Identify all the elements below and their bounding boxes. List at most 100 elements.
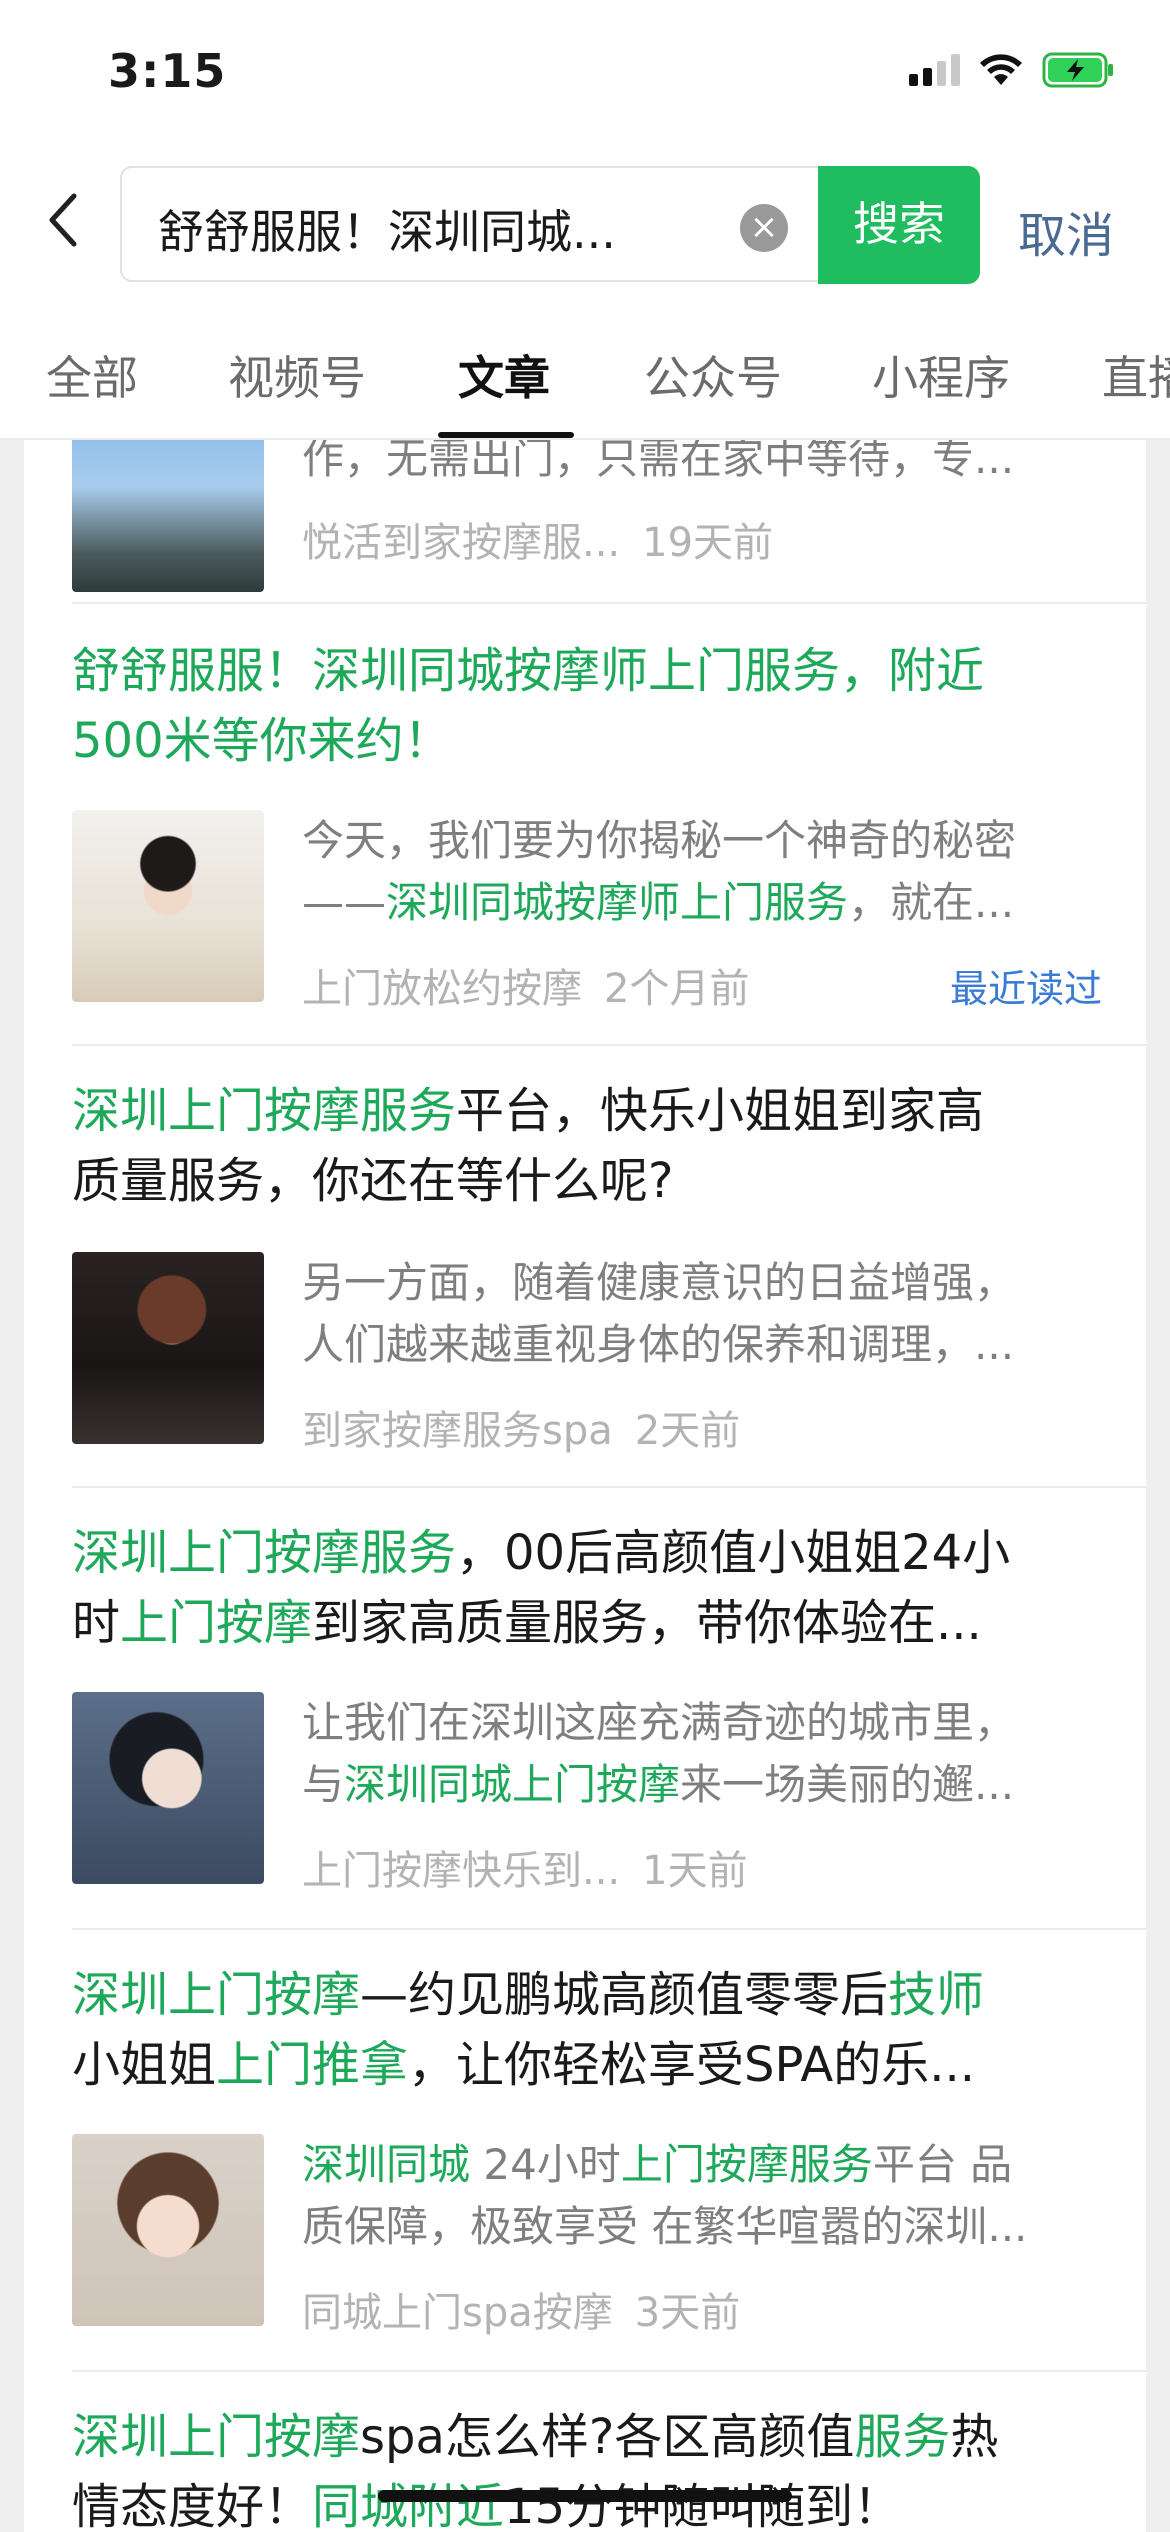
status-bar: 3:15 — [0, 0, 1170, 150]
highlighted-keyword: 深圳同城按摩师上门服务 — [386, 878, 849, 927]
list-item[interactable]: 深圳上门按摩服务，00后高颜值小姐姐24小时上门按摩到家高质量服务，带你体验在.… — [72, 1518, 1124, 1928]
article-title: 深圳上门按摩spa怎么样?各区高颜值服务热情态度好！同城附近15分钟随叫随到！ — [72, 2402, 1124, 2532]
article-thumbnail — [72, 1252, 264, 1444]
article-meta: 同城上门spa按摩 3天前 — [302, 2280, 740, 2338]
text-run: spa怎么样?各区高颜值 — [360, 2409, 855, 2465]
divider — [72, 1928, 1146, 1930]
article-meta: 上门放松约按摩 2个月前 — [302, 956, 749, 1014]
right-gutter — [1146, 440, 1170, 2532]
active-tab-indicator — [438, 432, 574, 438]
search-button[interactable]: 搜索 — [818, 166, 980, 284]
text-run: 24小时 — [470, 2140, 621, 2189]
highlighted-keyword: 技师 — [888, 1967, 985, 2023]
article-title: 深圳上门按摩服务，00后高颜值小姐姐24小时上门按摩到家高质量服务，带你体验在.… — [72, 1518, 1124, 1658]
article-time: 2个月前 — [604, 966, 750, 1012]
tab-official-accounts[interactable]: 公众号 — [644, 342, 782, 408]
text-run: 15分钟随叫随到！ — [504, 2479, 902, 2532]
text-run: 另一方面，随着健康意识的日益增强， — [302, 1258, 1017, 1307]
back-arrow-icon[interactable] — [40, 190, 90, 250]
text-run: —— — [302, 878, 386, 927]
divider — [72, 1044, 1146, 1046]
highlighted-keyword: 深圳上门按摩服务 — [72, 1525, 457, 1581]
text-run: 平台，快乐小姐姐到家高 — [456, 1083, 985, 1139]
results-list: 作，无需出门，只需在家中等待，专... 悦活到家按摩服... 19天前 舒舒服服！… — [24, 440, 1146, 2532]
article-snippet: 作，无需出门，只需在家中等待，专... — [302, 440, 1015, 483]
tab-all[interactable]: 全部 — [46, 342, 138, 408]
tab-articles[interactable]: 文章 — [458, 342, 550, 408]
highlighted-keyword: 深圳上门按摩 — [72, 1967, 361, 2023]
divider — [72, 1486, 1146, 1488]
highlighted-keyword: 深圳上门按摩 — [72, 2409, 361, 2465]
highlighted-keyword: 深圳上门按摩服务 — [72, 1083, 457, 1139]
text-run: —约见鹏城高颜值零零后 — [360, 1967, 889, 2023]
highlighted-keyword: 服务 — [854, 2409, 951, 2465]
left-gutter — [0, 440, 24, 2532]
divider — [72, 602, 1146, 604]
article-source: 同城上门spa按摩 — [302, 2290, 613, 2336]
text-run: 来一场美丽的邂... — [680, 1760, 1015, 1809]
list-item[interactable]: 深圳上门按摩—约见鹏城高颜值零零后技师小姐姐上门推拿，让你轻松享受SPA的乐..… — [72, 1960, 1124, 2370]
text-run: ，让你轻松享受SPA的乐... — [408, 2037, 975, 2093]
text-run: 质量服务，你还在等什么呢? — [72, 1153, 674, 1209]
battery-charging-icon — [1042, 52, 1116, 88]
search-query-text: 舒舒服服！深圳同城... — [158, 205, 616, 259]
highlighted-keyword: 深圳同城 — [302, 2140, 471, 2189]
highlighted-keyword: 500米等你来约！ — [72, 713, 452, 769]
article-source: 悦活到家按摩服... — [302, 520, 621, 566]
home-indicator — [378, 2490, 792, 2502]
status-time: 3:15 — [108, 44, 227, 98]
text-run: ，00后高颜值小姐姐24小 — [456, 1525, 1011, 1581]
list-item[interactable]: 作，无需出门，只需在家中等待，专... 悦活到家按摩服... 19天前 — [72, 440, 1124, 600]
tab-mini-programs[interactable]: 小程序 — [872, 342, 1010, 408]
article-time: 19天前 — [642, 520, 774, 566]
highlighted-keyword: 同城附近 — [312, 2479, 505, 2532]
text-run: 平台 品 — [872, 2140, 1013, 2189]
text-run: 让我们在深圳这座充满奇迹的城市里， — [302, 1698, 1017, 1747]
text-run: 今天，我们要为你揭秘一个神奇的秘密 — [302, 816, 1017, 865]
list-item[interactable]: 深圳上门按摩服务平台，快乐小姐姐到家高质量服务，你还在等什么呢? 另一方面，随着… — [72, 1076, 1124, 1486]
recently-read-badge: 最近读过 — [949, 967, 1102, 1011]
article-snippet: 今天，我们要为你揭秘一个神奇的秘密 ——深圳同城按摩师上门服务，就在... — [302, 810, 1102, 934]
article-snippet: 深圳同城 24小时上门按摩服务平台 品 质保障，极致享受 在繁华喧嚣的深圳... — [302, 2134, 1102, 2258]
article-meta: 悦活到家按摩服... 19天前 — [302, 510, 773, 568]
text-run: 质保障，极致享受 在繁华喧嚣的深圳... — [302, 2202, 1028, 2251]
text-run: 到家高质量服务，带你体验在... — [312, 1595, 982, 1651]
text-run: 小姐姐 — [72, 2037, 217, 2093]
text-run: 时 — [72, 1595, 121, 1651]
highlighted-keyword: 深圳同城上门按摩 — [344, 1760, 681, 1809]
tab-channels[interactable]: 视频号 — [228, 342, 366, 408]
text-run: 热 — [950, 2409, 999, 2465]
list-item[interactable]: 深圳上门按摩spa怎么样?各区高颜值服务热情态度好！同城附近15分钟随叫随到！ — [72, 2402, 1124, 2532]
highlighted-keyword: 上门按摩服务 — [620, 2140, 873, 2189]
divider — [72, 2370, 1146, 2372]
list-item[interactable]: 舒舒服服！深圳同城按摩师上门服务，附近 500米等你来约！ 今天，我们要为你揭秘一… — [72, 636, 1124, 1036]
article-source: 到家按摩服务spa — [302, 1408, 613, 1454]
article-title: 舒舒服服！深圳同城按摩师上门服务，附近 500米等你来约！ — [72, 636, 1124, 776]
highlighted-keyword: 上门按摩 — [120, 1595, 313, 1651]
cancel-button[interactable]: 取消 — [1018, 196, 1114, 266]
article-thumbnail — [72, 440, 264, 592]
article-snippet: 让我们在深圳这座充满奇迹的城市里， 与深圳同城上门按摩来一场美丽的邂... — [302, 1692, 1102, 1816]
category-tabs: 全部 视频号 文章 公众号 小程序 直播 — [0, 318, 1170, 438]
article-title: 深圳上门按摩—约见鹏城高颜值零零后技师小姐姐上门推拿，让你轻松享受SPA的乐..… — [72, 1960, 1124, 2100]
article-meta: 上门按摩快乐到... 1天前 — [302, 1838, 748, 1896]
tab-live[interactable]: 直播 — [1102, 342, 1170, 408]
article-time: 2天前 — [634, 1408, 741, 1454]
highlighted-keyword: 上门推拿 — [216, 2037, 409, 2093]
article-source: 上门放松约按摩 — [302, 966, 582, 1012]
text-run: 人们越来越重视身体的保养和调理，... — [302, 1320, 1015, 1369]
clear-icon[interactable]: × — [740, 204, 788, 252]
article-title: 深圳上门按摩服务平台，快乐小姐姐到家高质量服务，你还在等什么呢? — [72, 1076, 1124, 1216]
text-run: ，就在... — [848, 878, 1015, 927]
highlighted-keyword: 舒舒服服！深圳同城按摩师上门服务，附近 — [72, 643, 985, 699]
article-snippet: 另一方面，随着健康意识的日益增强， 人们越来越重视身体的保养和调理，... — [302, 1252, 1102, 1376]
article-time: 1天前 — [642, 1848, 748, 1894]
text-run: 与 — [302, 1760, 345, 1809]
article-thumbnail — [72, 2134, 264, 2326]
text-run: 情态度好！ — [72, 2479, 313, 2532]
article-thumbnail — [72, 1692, 264, 1884]
cellular-signal-icon — [909, 54, 960, 86]
article-meta: 到家按摩服务spa 2天前 — [302, 1398, 740, 1456]
article-time: 3天前 — [634, 2290, 741, 2336]
search-header: 舒舒服服！深圳同城... × 搜索 取消 — [0, 160, 1170, 284]
